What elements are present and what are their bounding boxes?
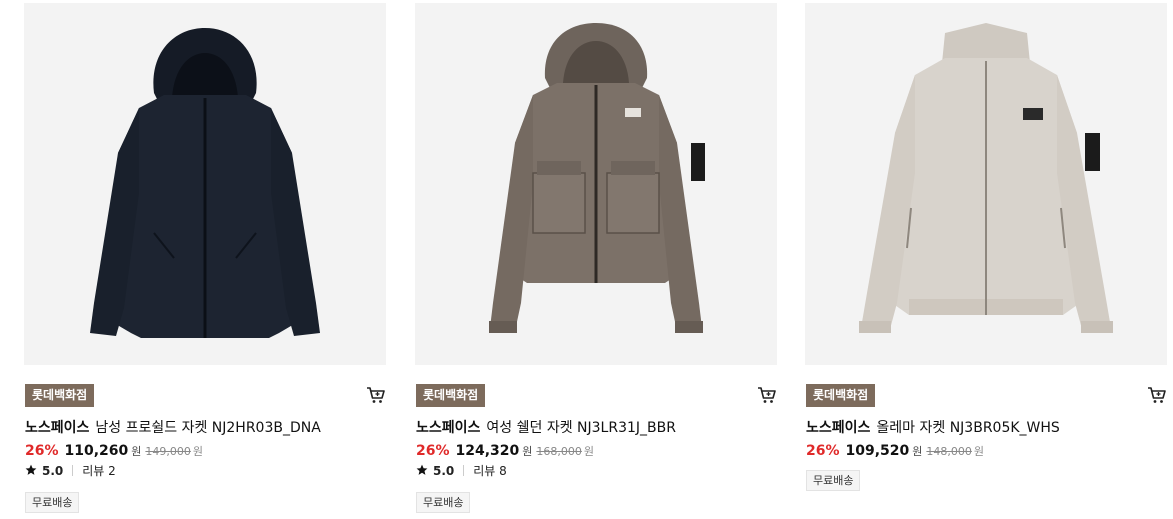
review-count[interactable]: 리뷰 8 xyxy=(473,464,507,478)
sale-price: 109,520 xyxy=(845,443,910,459)
cart-icon xyxy=(758,387,776,403)
discount-rate: 26% xyxy=(416,443,450,459)
sale-price: 124,320 xyxy=(455,443,520,459)
product-card[interactable]: 롯데백화점 노스페이스 올레마 자켓 NJ3BR05K_WHS 26% 109,52… xyxy=(805,0,1169,519)
product-name: 여성 쉘던 자켓 NJ3LR31J_BBR xyxy=(486,420,676,436)
currency-label: 원 xyxy=(912,445,923,458)
price-row: 26% 110,260 원 149,000 원 xyxy=(25,440,203,462)
product-brand: 노스페이스 xyxy=(25,420,90,436)
product-image[interactable] xyxy=(24,3,386,365)
product-name: 올레마 자켓 NJ3BR05K_WHS xyxy=(876,420,1060,436)
star-icon xyxy=(416,464,428,475)
rating-row: 5.0 리뷰 2 xyxy=(25,461,116,481)
product-brand: 노스페이스 xyxy=(806,420,871,436)
sale-price: 110,260 xyxy=(64,443,129,459)
add-to-cart-button[interactable] xyxy=(756,384,778,406)
currency-label: 원 xyxy=(583,445,595,458)
currency-label: 원 xyxy=(131,445,142,458)
add-to-cart-button[interactable] xyxy=(365,384,387,406)
rating-score: 5.0 xyxy=(433,464,455,478)
product-title[interactable]: 노스페이스 남성 프로쉴드 자켓 NJ2HR03B_DNA xyxy=(25,417,385,439)
product-card[interactable]: 롯데백화점 노스페이스 남성 프로쉴드 자켓 NJ2HR03B_DNA 26% 11… xyxy=(24,0,388,519)
divider xyxy=(463,465,465,476)
product-title[interactable]: 노스페이스 여성 쉘던 자켓 NJ3LR31J_BBR xyxy=(416,417,776,439)
divider xyxy=(72,465,74,476)
free-shipping-badge: 무료배송 xyxy=(25,492,80,513)
discount-rate: 26% xyxy=(25,443,59,459)
currency-label: 원 xyxy=(192,445,204,458)
product-image[interactable] xyxy=(415,3,777,365)
jacket-navy-image xyxy=(90,28,320,338)
review-count[interactable]: 리뷰 2 xyxy=(82,464,116,478)
store-badge: 롯데백화점 xyxy=(416,384,486,407)
store-badge: 롯데백화점 xyxy=(25,384,95,407)
free-shipping-badge: 무료배송 xyxy=(806,470,861,491)
product-image[interactable] xyxy=(805,3,1167,365)
product-brand: 노스페이스 xyxy=(416,420,481,436)
cart-icon xyxy=(367,387,385,403)
currency-label: 원 xyxy=(973,445,985,458)
product-card[interactable]: 롯데백화점 노스페이스 여성 쉘던 자켓 NJ3LR31J_BBR 26% 124,… xyxy=(415,0,779,519)
product-grid: 롯데백화점 노스페이스 남성 프로쉴드 자켓 NJ2HR03B_DNA 26% 11… xyxy=(0,0,1173,519)
rating-row: 5.0 리뷰 8 xyxy=(416,461,507,481)
cart-icon xyxy=(1148,387,1166,403)
product-name: 남성 프로쉴드 자켓 NJ2HR03B_DNA xyxy=(95,420,321,436)
star-icon xyxy=(25,464,37,475)
product-title[interactable]: 노스페이스 올레마 자켓 NJ3BR05K_WHS xyxy=(806,417,1166,439)
currency-label: 원 xyxy=(522,445,533,458)
discount-rate: 26% xyxy=(806,443,840,459)
jacket-brown-image xyxy=(489,23,705,333)
original-price: 148,000 xyxy=(926,445,972,458)
original-price: 168,000 xyxy=(536,445,582,458)
original-price: 149,000 xyxy=(145,445,191,458)
price-row: 26% 124,320 원 168,000 원 xyxy=(416,440,594,462)
free-shipping-badge: 무료배송 xyxy=(416,492,471,513)
add-to-cart-button[interactable] xyxy=(1146,384,1168,406)
rating-score: 5.0 xyxy=(42,464,64,478)
jacket-beige-image xyxy=(859,23,1113,333)
store-badge: 롯데백화점 xyxy=(806,384,876,407)
price-row: 26% 109,520 원 148,000 원 xyxy=(806,440,984,462)
